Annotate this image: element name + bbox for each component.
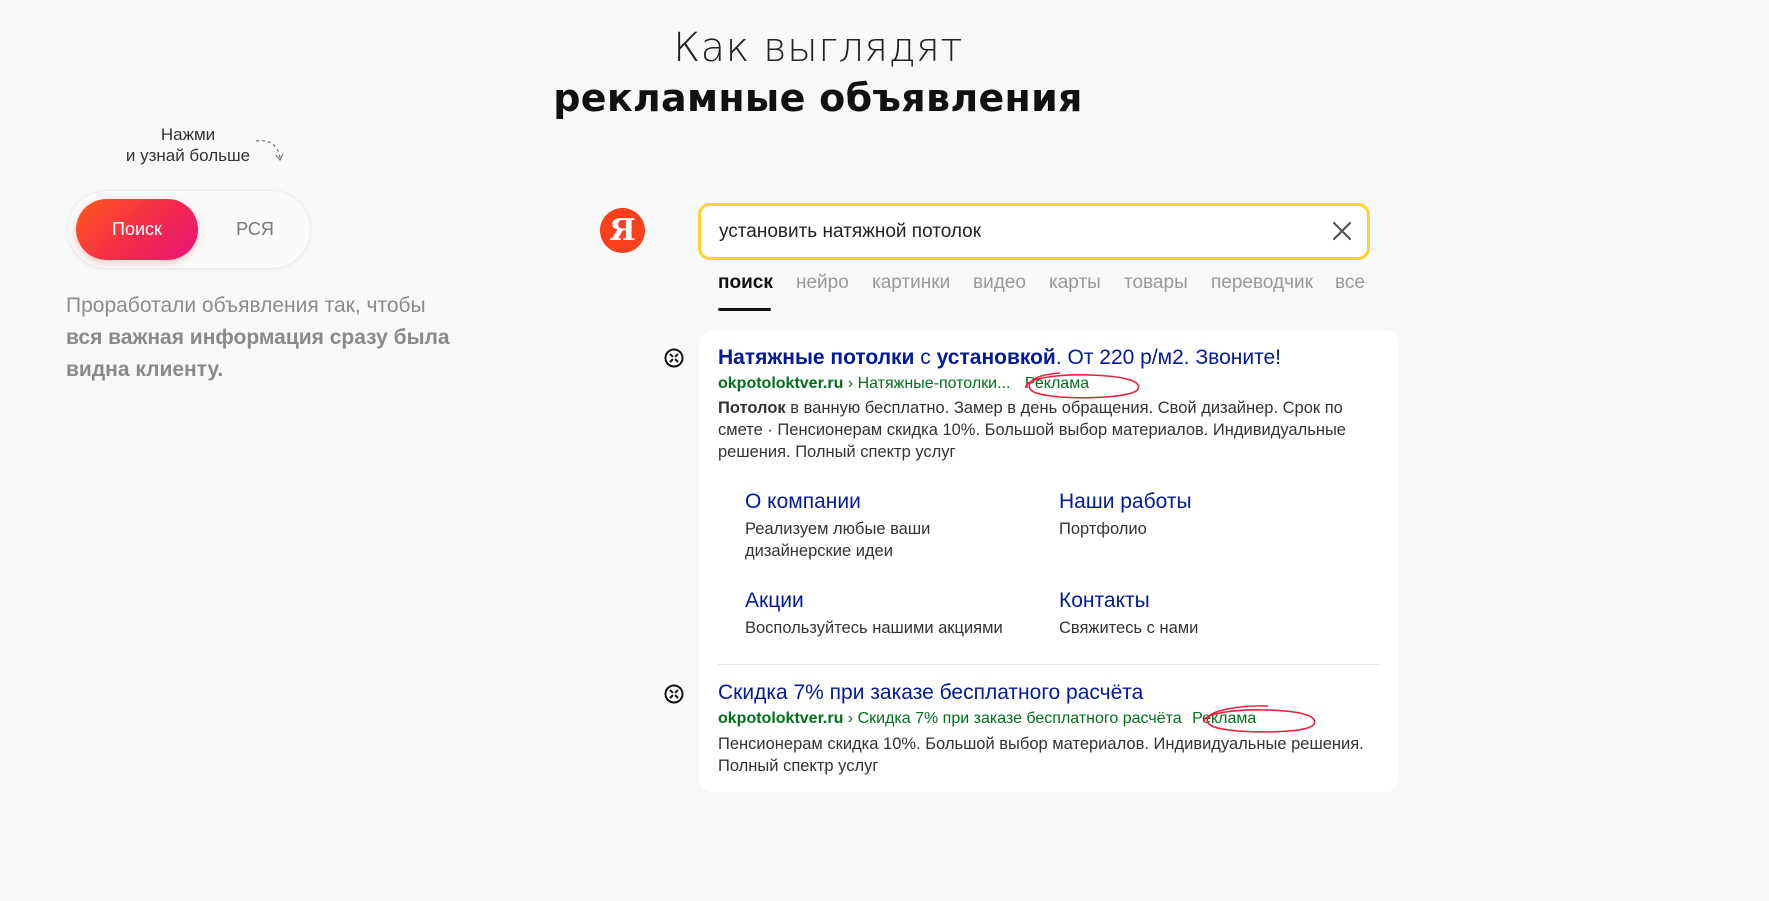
switch-option-rsya[interactable]: РСЯ: [208, 199, 302, 260]
search-input[interactable]: [717, 218, 1311, 246]
tab-search[interactable]: поиск: [718, 272, 773, 294]
result-2-path: › Скидка 7% при заказе бесплатного расчё…: [843, 710, 1182, 727]
hint-text: Нажми и узнай больше: [118, 124, 258, 166]
hint-line-2: и узнай больше: [125, 146, 251, 165]
ad-marker-icon: [664, 348, 684, 368]
sitelink-works[interactable]: Наши работы: [1059, 490, 1192, 514]
sitelink-promos-desc: Воспользуйтесь нашими акциями: [745, 619, 1003, 637]
sitelink-contacts[interactable]: Контакты: [1059, 589, 1150, 613]
results-divider: [718, 664, 1380, 665]
result-1-text: Потолок в ванную бесплатно. Замер в день…: [718, 397, 1378, 463]
tab-maps[interactable]: карты: [1049, 272, 1101, 294]
result-1-url[interactable]: okpotoloktver.ru › Натяжные-потолки... Р…: [718, 375, 1089, 393]
result-2-title[interactable]: Скидка 7% при заказе бесплатного расчёта: [718, 681, 1143, 705]
heading-line-2: рекламные объявления: [553, 76, 1083, 120]
hint-line-1: Нажми: [160, 125, 216, 144]
active-tab-underline: [718, 308, 771, 311]
result-1-text-body: в ванную бесплатно. Замер в день обращен…: [718, 399, 1346, 461]
description-lead: Проработали объявления так, чтобы: [66, 294, 426, 317]
search-box: [698, 203, 1370, 260]
description-bold: вся важная информация сразу была видна к…: [66, 326, 450, 381]
tab-all[interactable]: все: [1335, 272, 1365, 294]
result-2-domain: okpotoloktver.ru: [718, 710, 844, 727]
ad-marker-icon: [664, 684, 684, 704]
result-1-text-bold: Потолок: [718, 399, 786, 417]
switch-option-search[interactable]: Поиск: [76, 199, 198, 260]
sitelink-about-desc: Реализуем любые ваши дизайнерские идеи: [745, 520, 931, 560]
tab-goods[interactable]: товары: [1124, 272, 1188, 294]
curved-arrow-icon: [255, 139, 284, 162]
tab-translator[interactable]: переводчик: [1211, 272, 1313, 294]
yandex-logo[interactable]: Я: [600, 208, 645, 253]
description: Проработали объявления так, чтобы вся ва…: [66, 290, 486, 386]
result-1-ad-label: Реклама: [1024, 375, 1090, 392]
sitelink-works-desc: Портфолио: [1059, 520, 1147, 538]
mode-switch: Поиск РСЯ: [67, 190, 311, 269]
page-heading: Как выглядят рекламные объявления: [0, 24, 1636, 122]
tab-images[interactable]: картинки: [872, 272, 950, 294]
close-icon[interactable]: [1331, 220, 1353, 242]
result-2-text: Пенсионерам скидка 10%. Большой выбор ма…: [718, 735, 1364, 775]
sitelink-about[interactable]: О компании: [745, 490, 861, 514]
result-2-ad-label: Реклама: [1192, 710, 1257, 727]
heading-line-1: Как выглядят: [673, 25, 963, 71]
result-1-title-part: с: [914, 346, 937, 369]
tab-video[interactable]: видео: [973, 272, 1026, 294]
tab-neuro[interactable]: нейро: [796, 272, 849, 294]
result-1-title-bold-2: установкой: [936, 346, 1056, 369]
result-1-title-bold-1: Натяжные потолки: [718, 346, 915, 369]
result-1-domain: okpotoloktver.ru: [718, 375, 844, 392]
result-1-path: › Натяжные-потолки...: [843, 375, 1011, 392]
result-1-title-rest: . От 220 р/м2. Звоните!: [1055, 346, 1281, 369]
sitelink-contacts-desc: Свяжитесь с нами: [1059, 619, 1199, 637]
result-1-title[interactable]: Натяжные потолки с установкой. От 220 р/…: [718, 346, 1281, 370]
sitelink-promos[interactable]: Акции: [745, 589, 804, 613]
result-2-url[interactable]: okpotoloktver.ru › Скидка 7% при заказе …: [718, 710, 1256, 728]
